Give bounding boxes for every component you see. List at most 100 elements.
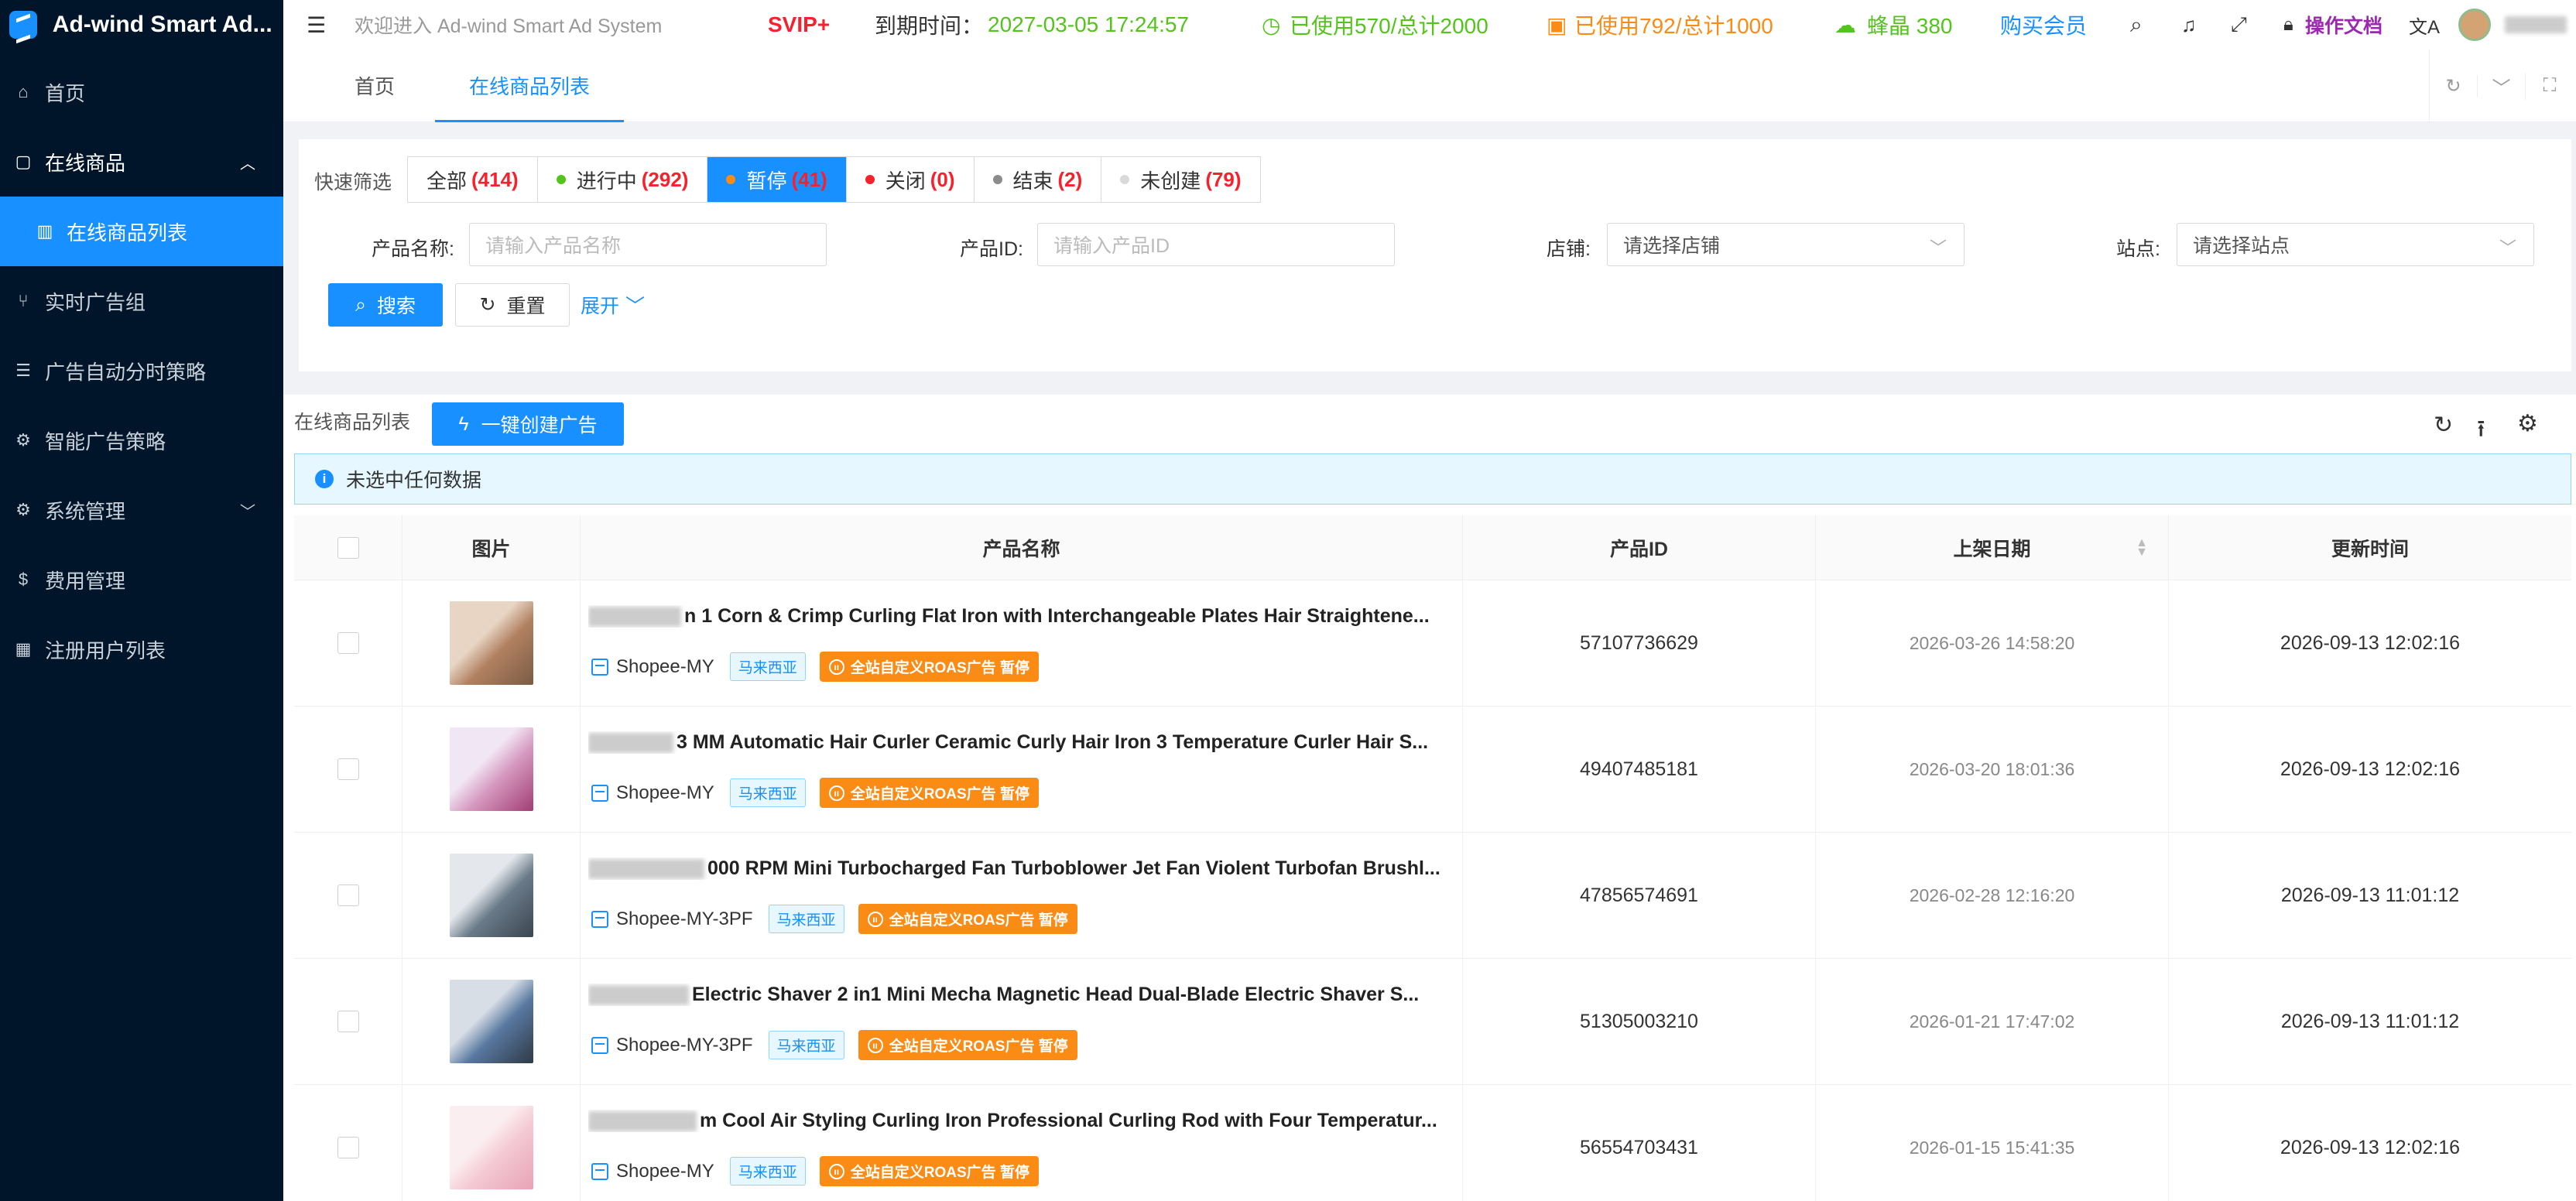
sidebar-item-online-product-list[interactable]: ▥ 在线商品列表 — [0, 197, 283, 266]
table-row[interactable]: Electric Shaver 2 in1 Mini Mecha Magneti… — [294, 959, 2571, 1085]
usage-quota-1: 已使用570/总计2000 — [1290, 14, 1488, 38]
tab-home[interactable]: 首页 — [355, 71, 395, 122]
product-thumbnail[interactable] — [449, 601, 533, 685]
product-name[interactable]: 000 RPM Mini Turbocharged Fan Turboblowe… — [588, 857, 1446, 880]
alert-text: 未选中任何数据 — [346, 470, 482, 491]
qf-count: (292) — [641, 167, 689, 191]
row-select-cell — [294, 707, 402, 832]
expire-label: 到期时间： — [875, 14, 984, 38]
column-height-icon[interactable]: ⭱ — [2477, 412, 2485, 451]
select-all-checkbox[interactable] — [337, 537, 359, 559]
product-name[interactable]: 3 MM Automatic Hair Curler Ceramic Curly… — [588, 731, 1446, 754]
search-button[interactable]: ⌕ 搜索 — [328, 283, 443, 327]
shop-name: Shopee-MY-3PF — [616, 1034, 753, 1056]
row-checkbox[interactable] — [337, 632, 359, 654]
row-select-cell — [294, 959, 402, 1084]
row-checkbox[interactable] — [337, 1011, 359, 1032]
ad-status-tag[interactable]: ıı 全站自定义ROAS广告 暂停 — [819, 1156, 1039, 1186]
tab-online-product-list[interactable]: 在线商品列表 — [435, 71, 625, 122]
shop-select[interactable]: 请选择店铺 ﹀ — [1607, 223, 1965, 266]
docs-link[interactable]: 操作文档 — [2305, 11, 2382, 39]
product-name-label: 产品名称: — [372, 238, 454, 260]
translate-icon[interactable]: 文A — [2409, 12, 2440, 39]
quick-filter-ended[interactable]: 结束 (2) — [975, 157, 1102, 202]
quick-filter-running[interactable]: 进行中 (292) — [538, 157, 708, 202]
sidebar-item-home[interactable]: ⌂ 首页 — [0, 57, 283, 127]
product-id: 49407485181 — [1463, 707, 1816, 832]
quick-filter-not-created[interactable]: 未创建 (79) — [1101, 157, 1259, 202]
sidebar-item-label: 广告自动分时策略 — [45, 360, 207, 384]
table-row[interactable]: m Cool Air Styling Curling Iron Professi… — [294, 1085, 2571, 1201]
column-header-image: 图片 — [402, 515, 581, 580]
gear-icon: ⚙ — [15, 430, 31, 450]
sidebar-item-billing[interactable]: $ 费用管理 — [0, 545, 283, 614]
sidebar-item-online-products[interactable]: ▢ 在线商品 ︿ — [0, 127, 283, 197]
ad-status-tag[interactable]: ıı 全站自定义ROAS广告 暂停 — [819, 778, 1039, 808]
table-row[interactable]: 3 MM Automatic Hair Curler Ceramic Curly… — [294, 707, 2571, 833]
product-thumbnail[interactable] — [449, 1106, 533, 1189]
column-header-listed-date[interactable]: 上架日期 ▲ ▼ — [1816, 515, 2169, 580]
product-name-cell — [581, 959, 1463, 1084]
buy-membership-link[interactable]: 购买会员 — [2000, 9, 2087, 40]
product-name-text: 000 RPM Mini Turbocharged Fan Turboblowe… — [707, 857, 1440, 879]
updated-time: 2026-09-13 12:02:16 — [2280, 758, 2461, 780]
refresh-tab-icon[interactable]: ↻ — [2430, 74, 2478, 98]
sidebar-item-smart-ad[interactable]: ⚙ 智能广告策略 — [0, 405, 283, 475]
ad-status-tag[interactable]: ıı 全站自定义ROAS广告 暂停 — [858, 1030, 1077, 1060]
product-name-input[interactable]: 请输入产品名称 — [469, 223, 827, 266]
app-title: Ad-wind Smart Ad... — [52, 12, 272, 37]
create-ad-label: 一键创建广告 — [481, 415, 598, 436]
top-header: ☰ 欢迎进入 Ad-wind Smart Ad System SVIP+ 到期时… — [283, 0, 2576, 50]
one-click-create-ad-button[interactable]: ϟ 一键创建广告 — [432, 402, 624, 446]
search-button-label: 搜索 — [377, 296, 416, 317]
quick-filter-paused[interactable]: 暂停 (41) — [707, 157, 847, 202]
reset-button[interactable]: ↻ 重置 — [455, 283, 570, 327]
table-row[interactable]: 000 RPM Mini Turbocharged Fan Turboblowe… — [294, 833, 2571, 959]
fullscreen-icon[interactable]: ⤢ — [2231, 12, 2247, 37]
row-select-cell — [294, 1085, 402, 1201]
sidebar-item-system[interactable]: ⚙ 系统管理 ﹀ — [0, 475, 283, 545]
qf-label: 进行中 — [576, 169, 637, 193]
product-name[interactable]: n 1 Corn & Crimp Curling Flat Iron with … — [588, 605, 1446, 628]
product-name[interactable]: Electric Shaver 2 in1 Mini Mecha Magneti… — [588, 984, 1446, 1006]
quick-filter-closed[interactable]: 关闭 (0) — [847, 157, 975, 202]
status-dot — [726, 175, 736, 184]
product-id-label: 产品ID: — [960, 238, 1023, 260]
chevron-down-icon[interactable]: ﹀ — [2478, 72, 2526, 100]
expand-link[interactable]: 展开 ﹀ — [581, 283, 645, 327]
settings-icon[interactable]: ⚙ — [2517, 410, 2538, 437]
avatar[interactable] — [2458, 9, 2491, 41]
chevron-down-icon: ﹀ — [2499, 238, 2516, 258]
table-row[interactable]: n 1 Corn & Crimp Curling Flat Iron with … — [294, 580, 2571, 707]
product-table-card: 在线商品列表 ϟ 一键创建广告 ↻ ⭱ ⚙ i 未选中任何数据 图片 产品名称 产… — [283, 395, 2576, 1201]
blurred-text — [588, 859, 704, 880]
sidebar-item-users[interactable]: ▦ 注册用户列表 — [0, 614, 283, 684]
row-checkbox[interactable] — [337, 1137, 359, 1158]
product-thumbnail[interactable] — [449, 854, 533, 937]
product-name-text: Electric Shaver 2 in1 Mini Mecha Magneti… — [692, 984, 1420, 1005]
site-select[interactable]: 请选择站点 ﹀ — [2177, 223, 2534, 266]
product-id-input[interactable]: 请输入产品ID — [1037, 223, 1395, 266]
sidebar-item-realtime-adgroup[interactable]: ⑂ 实时广告组 — [0, 266, 283, 336]
qf-label: 全部 — [426, 169, 468, 193]
search-icon[interactable]: ⌕ — [2130, 12, 2143, 38]
sort-icon[interactable]: ▲ ▼ — [2136, 537, 2148, 559]
ad-status-tag[interactable]: ıı 全站自定义ROAS广告 暂停 — [819, 652, 1039, 682]
collapse-menu-icon[interactable]: ☰ — [307, 12, 326, 38]
row-checkbox[interactable] — [337, 884, 359, 906]
ad-status-tag[interactable]: ıı 全站自定义ROAS广告 暂停 — [858, 904, 1077, 934]
quick-filter-all[interactable]: 全部 (414) — [408, 157, 538, 202]
expand-icon[interactable]: ⛶ — [2526, 75, 2574, 97]
product-thumbnail[interactable] — [449, 727, 533, 811]
row-checkbox[interactable] — [337, 758, 359, 780]
product-name[interactable]: m Cool Air Styling Curling Iron Professi… — [588, 1110, 1446, 1132]
qf-count: (414) — [471, 167, 519, 191]
table-header: 图片 产品名称 产品ID 上架日期 ▲ ▼ 更新时间 — [294, 515, 2571, 580]
status-dot — [556, 175, 566, 184]
sidebar-item-auto-schedule[interactable]: ☰ 广告自动分时策略 — [0, 336, 283, 405]
site-select-value: 请选择站点 — [2193, 235, 2290, 257]
reload-icon[interactable]: ↻ — [2434, 412, 2453, 439]
product-image-cell — [402, 580, 581, 706]
product-thumbnail[interactable] — [449, 980, 533, 1063]
bell-icon[interactable]: ♫ — [2181, 13, 2197, 37]
